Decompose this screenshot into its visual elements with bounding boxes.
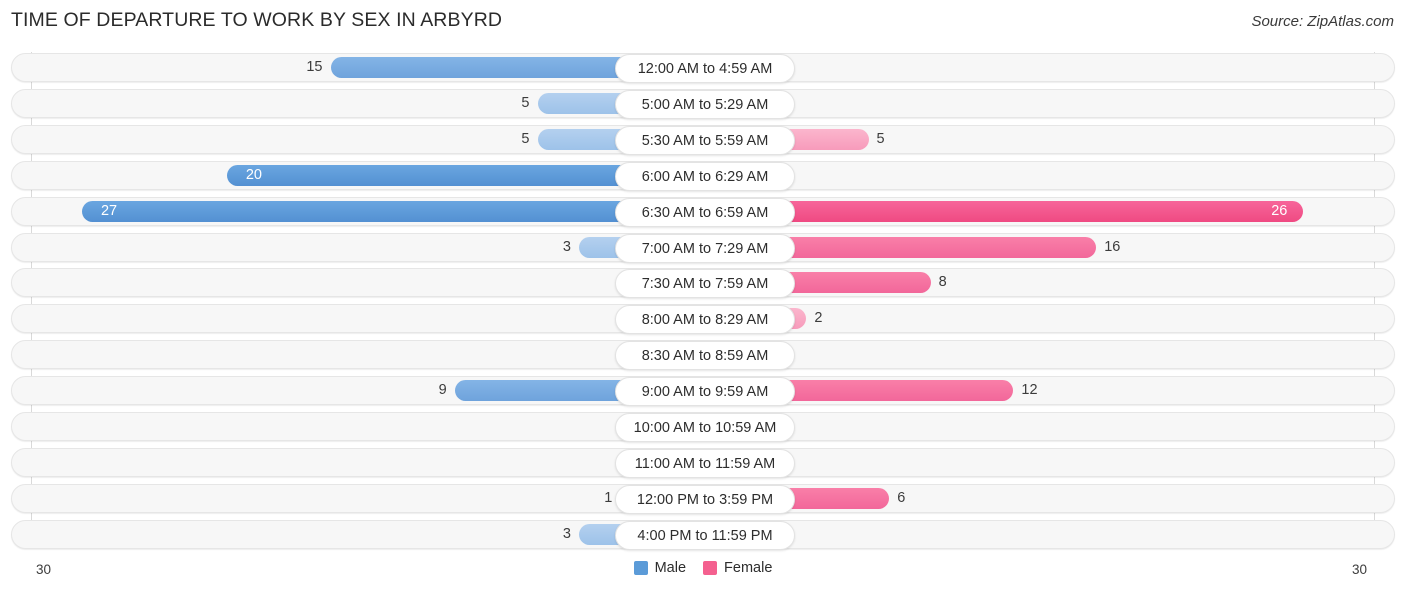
bar-value-male: 27 — [100, 202, 118, 219]
chart-row-inner: 304:00 PM to 11:59 PM — [12, 520, 1394, 550]
chart-row-inner: 3 16 7:00 AM to 7:29 AM — [12, 233, 1394, 263]
chart-row-inner: 15012:00 AM to 4:59 AM — [12, 54, 1394, 83]
chart-row-inner: 0011:00 AM to 11:59 AM — [12, 448, 1394, 478]
chart-row[interactable]: 3 16 7:00 AM to 7:29 AM — [11, 232, 1395, 263]
category-label-pill: 12:00 AM to 4:59 AM — [615, 54, 795, 83]
chart-row[interactable]: 1 6 12:00 PM to 3:59 PM — [11, 483, 1395, 514]
bar-value-female: 8 — [938, 274, 947, 291]
category-label-pill: 5:00 AM to 5:29 AM — [615, 89, 795, 119]
category-label-pill: 6:00 AM to 6:29 AM — [615, 161, 795, 191]
bar-value-female: 6 — [897, 489, 906, 506]
category-label-pill: 12:00 PM to 3:59 PM — [615, 484, 795, 514]
chart-row-inner: 505:00 AM to 5:29 AM — [12, 89, 1394, 119]
category-label-pill: 7:00 AM to 7:29 AM — [615, 233, 795, 263]
bar-value-female: 16 — [1104, 238, 1121, 255]
chart-row-inner: 5 5 5:30 AM to 5:59 AM — [12, 125, 1394, 155]
chart-row[interactable]: 008:30 AM to 8:59 AM — [11, 340, 1395, 371]
chart-row-inner: 0010:00 AM to 10:59 AM — [12, 413, 1394, 442]
legend-label-female: Female — [724, 560, 773, 576]
bar-value-male: 3 — [562, 525, 571, 542]
chart-row[interactable]: 27 26 6:30 AM to 6:59 AM — [11, 196, 1395, 227]
category-label-pill: 10:00 AM to 10:59 AM — [615, 413, 795, 442]
bar-male[interactable] — [82, 200, 703, 222]
chart-plot-area: 15012:00 AM to 4:59 AM 505:00 AM to 5:29 … — [11, 52, 1395, 550]
chart-row[interactable]: 9 12 9:00 AM to 9:59 AM — [11, 376, 1395, 407]
category-label-pill: 4:00 PM to 11:59 PM — [615, 520, 795, 550]
bar-value-male: 20 — [245, 166, 262, 183]
chart-legend: Male Female — [0, 560, 1406, 576]
category-label-pill: 11:00 AM to 11:59 AM — [615, 448, 795, 478]
chart-row[interactable]: 087:30 AM to 7:59 AM — [11, 268, 1395, 299]
legend-swatch-female-icon — [703, 561, 718, 575]
category-label-pill: 5:30 AM to 5:59 AM — [615, 125, 795, 155]
chart-row[interactable]: 304:00 PM to 11:59 PM — [11, 519, 1395, 550]
bar-value-male: 5 — [521, 94, 530, 111]
category-label-pill: 8:00 AM to 8:29 AM — [615, 305, 795, 335]
category-label-pill: 8:30 AM to 8:59 AM — [615, 341, 795, 371]
chart-page: TIME OF DEPARTURE TO WORK BY SEX IN ARBY… — [0, 0, 1406, 594]
legend-label-male: Male — [654, 560, 687, 576]
chart-row[interactable]: 2006:00 AM to 6:29 AM — [11, 160, 1395, 191]
bar-value-male: 9 — [438, 382, 447, 399]
bar-value-male: 3 — [562, 238, 571, 255]
bar-value-male: 15 — [306, 59, 323, 75]
chart-row-inner: 028:00 AM to 8:29 AM — [12, 305, 1394, 335]
chart-row[interactable]: 5 5 5:30 AM to 5:59 AM — [11, 124, 1395, 155]
legend-item-female[interactable]: Female — [703, 560, 772, 576]
legend-item-male[interactable]: Male — [633, 560, 687, 576]
bar-value-male: 1 — [604, 489, 613, 506]
chart-row[interactable]: 15012:00 AM to 4:59 AM — [11, 53, 1395, 83]
chart-row[interactable]: 0011:00 AM to 11:59 AM — [11, 447, 1395, 478]
chart-row[interactable]: 0010:00 AM to 10:59 AM — [11, 412, 1395, 442]
chart-row-inner: 087:30 AM to 7:59 AM — [12, 269, 1394, 299]
bar-value-female: 12 — [1021, 382, 1038, 399]
chart-row-inner: 27 26 6:30 AM to 6:59 AM — [12, 197, 1394, 227]
legend-swatch-male-icon — [633, 561, 648, 575]
chart-row-inner: 9 12 9:00 AM to 9:59 AM — [12, 377, 1394, 407]
chart-row[interactable]: 505:00 AM to 5:29 AM — [11, 88, 1395, 119]
bar-value-female: 26 — [1271, 202, 1288, 219]
bar-value-female: 2 — [814, 310, 823, 327]
chart-row-inner: 008:30 AM to 8:59 AM — [12, 341, 1394, 371]
chart-row-inner: 1 6 12:00 PM to 3:59 PM — [12, 484, 1394, 514]
chart-row-inner: 2006:00 AM to 6:29 AM — [12, 161, 1394, 191]
bar-value-female: 5 — [876, 130, 885, 147]
source-attribution: Source: ZipAtlas.com — [1251, 13, 1394, 30]
category-label-pill: 7:30 AM to 7:59 AM — [615, 269, 795, 299]
page-title: TIME OF DEPARTURE TO WORK BY SEX IN ARBY… — [11, 9, 503, 31]
category-label-pill: 9:00 AM to 9:59 AM — [615, 377, 795, 407]
chart-row[interactable]: 028:00 AM to 8:29 AM — [11, 304, 1395, 335]
category-label-pill: 6:30 AM to 6:59 AM — [615, 197, 795, 227]
bar-value-male: 5 — [521, 130, 530, 147]
